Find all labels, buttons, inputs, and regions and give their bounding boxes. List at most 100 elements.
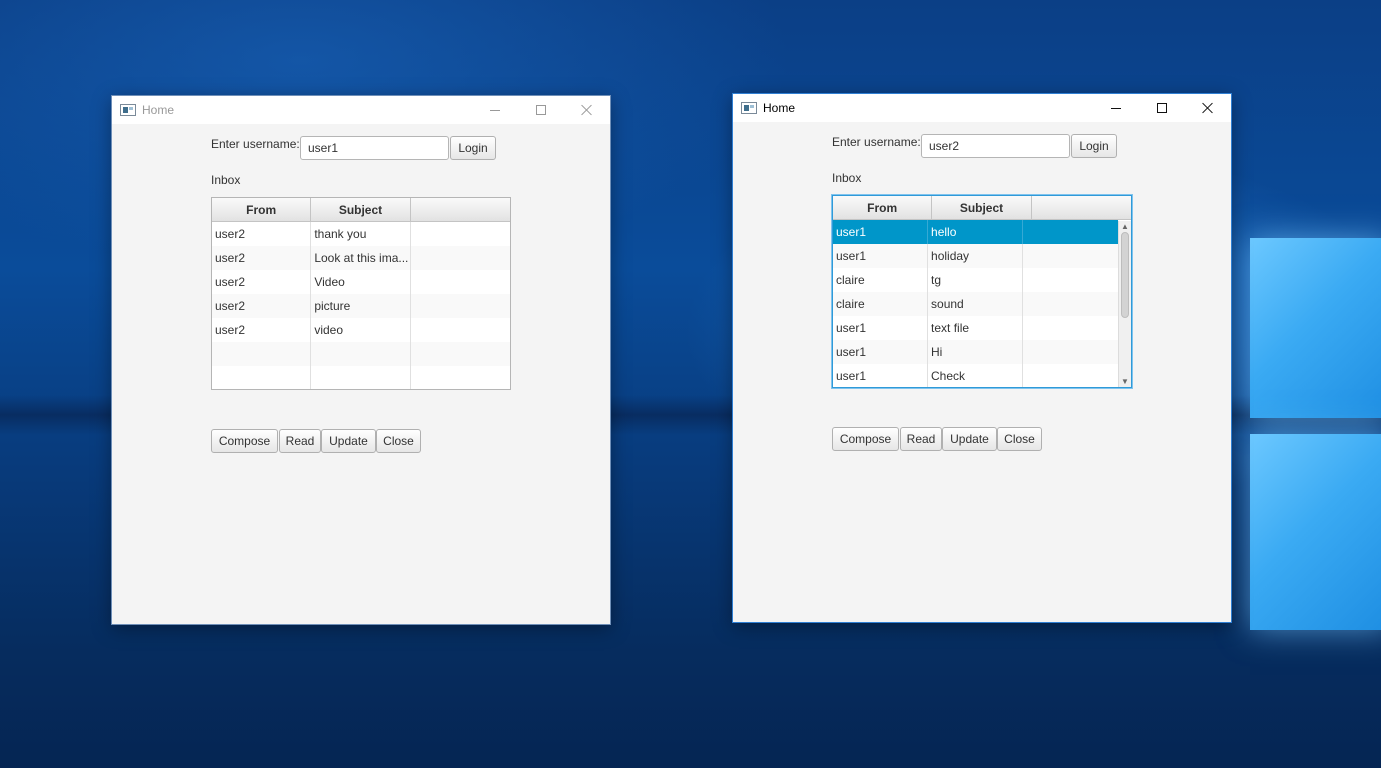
update-button[interactable]: Update	[321, 429, 376, 453]
cell-empty	[1023, 340, 1118, 364]
close-icon	[1202, 102, 1214, 114]
cell-empty	[411, 342, 510, 366]
table-row[interactable]: user1 Check	[833, 364, 1118, 387]
table-row-empty	[212, 366, 510, 389]
table-row[interactable]: user1 Hi	[833, 340, 1118, 364]
close-window-button[interactable]	[564, 96, 610, 124]
home-window-user2[interactable]: Home Enter username: Login Inbox From Su…	[732, 93, 1232, 623]
title-bar[interactable]: Home	[112, 96, 610, 124]
windows-logo-pane-top	[1250, 238, 1381, 418]
maximize-button[interactable]	[1139, 94, 1185, 122]
table-row[interactable]: claire sound	[833, 292, 1118, 316]
cell-from: claire	[833, 292, 929, 316]
maximize-icon	[1157, 103, 1167, 113]
table-row[interactable]: claire tg	[833, 268, 1118, 292]
login-button[interactable]: Login	[450, 136, 496, 160]
close-button[interactable]: Close	[997, 427, 1042, 451]
cell-subject: picture	[311, 294, 411, 318]
title-bar[interactable]: Home	[733, 94, 1231, 122]
column-header-filler	[411, 198, 510, 222]
cell-subject: text file	[928, 316, 1024, 340]
app-icon	[741, 102, 757, 114]
cell-subject: sound	[928, 292, 1024, 316]
table-row[interactable]: user2 Video	[212, 270, 510, 294]
cell-subject: video	[311, 318, 411, 342]
cell-empty	[411, 366, 510, 389]
cell-from: user1	[833, 340, 929, 364]
table-header: From Subject	[833, 196, 1131, 220]
minimize-icon	[490, 109, 500, 111]
cell-subject: hello	[928, 220, 1024, 244]
window-title: Home	[142, 103, 175, 117]
column-header-filler	[1032, 196, 1131, 220]
close-icon	[581, 104, 593, 116]
inbox-table[interactable]: From Subject user2 thank you user2 Look at…	[211, 197, 511, 390]
table-row-selected[interactable]: user1 hello	[833, 220, 1118, 244]
cell-empty	[411, 222, 510, 246]
column-header-from[interactable]: From	[212, 198, 312, 222]
username-input[interactable]	[921, 134, 1070, 158]
username-input[interactable]	[300, 136, 449, 160]
table-row[interactable]: user1 holiday	[833, 244, 1118, 268]
table-row[interactable]: user2 picture	[212, 294, 510, 318]
cell-subject: thank you	[311, 222, 411, 246]
windows-logo-pane-bottom	[1250, 434, 1381, 630]
window-title: Home	[763, 101, 796, 115]
cell-subject	[311, 342, 411, 366]
cell-empty	[411, 318, 510, 342]
cell-empty	[1023, 244, 1118, 268]
column-header-subject[interactable]: Subject	[932, 196, 1032, 220]
maximize-icon	[536, 105, 546, 115]
vertical-scrollbar[interactable]: ▲ ▼	[1118, 221, 1131, 387]
cell-from: user2	[212, 246, 312, 270]
read-button[interactable]: Read	[900, 427, 942, 451]
home-window-user1[interactable]: Home Enter username: Login Inbox From Su…	[111, 95, 611, 625]
cell-from	[212, 342, 312, 366]
minimize-button[interactable]	[1093, 94, 1139, 122]
table-row[interactable]: user2 video	[212, 318, 510, 342]
table-body: user2 thank you user2 Look at this ima... …	[212, 222, 510, 389]
cell-empty	[1023, 292, 1118, 316]
minimize-icon	[1111, 107, 1121, 109]
close-window-button[interactable]	[1185, 94, 1231, 122]
scrollbar-thumb[interactable]	[1121, 232, 1129, 318]
table-header: From Subject	[212, 198, 510, 222]
cell-subject	[311, 366, 411, 389]
cell-empty	[411, 246, 510, 270]
read-button[interactable]: Read	[279, 429, 321, 453]
table-row[interactable]: user2 thank you	[212, 222, 510, 246]
cell-subject: Look at this ima...	[311, 246, 411, 270]
table-row[interactable]: user2 Look at this ima...	[212, 246, 510, 270]
compose-button[interactable]: Compose	[832, 427, 899, 451]
cell-from: user2	[212, 294, 312, 318]
cell-empty	[1023, 316, 1118, 340]
username-label: Enter username:	[211, 137, 300, 151]
cell-empty	[1023, 268, 1118, 292]
cell-from: user2	[212, 270, 312, 294]
column-header-subject[interactable]: Subject	[311, 198, 411, 222]
cell-from: user1	[833, 364, 929, 387]
cell-from: user2	[212, 318, 312, 342]
username-label: Enter username:	[832, 135, 921, 149]
compose-button[interactable]: Compose	[211, 429, 278, 453]
close-button[interactable]: Close	[376, 429, 421, 453]
scroll-up-icon[interactable]: ▲	[1119, 221, 1131, 232]
column-header-from[interactable]: From	[833, 196, 933, 220]
cell-from: user1	[833, 316, 929, 340]
update-button[interactable]: Update	[942, 427, 997, 451]
cell-from: claire	[833, 268, 929, 292]
inbox-table[interactable]: From Subject user1 hello user1 holiday cla…	[832, 195, 1132, 388]
scroll-down-icon[interactable]: ▼	[1119, 376, 1131, 387]
minimize-button[interactable]	[472, 96, 518, 124]
cell-from: user1	[833, 220, 929, 244]
maximize-button[interactable]	[518, 96, 564, 124]
table-row[interactable]: user1 text file	[833, 316, 1118, 340]
cell-from	[212, 366, 312, 389]
cell-from: user2	[212, 222, 312, 246]
table-body: user1 hello user1 holiday claire tg claire s…	[833, 220, 1118, 387]
cell-empty	[1023, 364, 1118, 387]
cell-subject: Hi	[928, 340, 1024, 364]
cell-subject: tg	[928, 268, 1024, 292]
cell-subject: Video	[311, 270, 411, 294]
login-button[interactable]: Login	[1071, 134, 1117, 158]
